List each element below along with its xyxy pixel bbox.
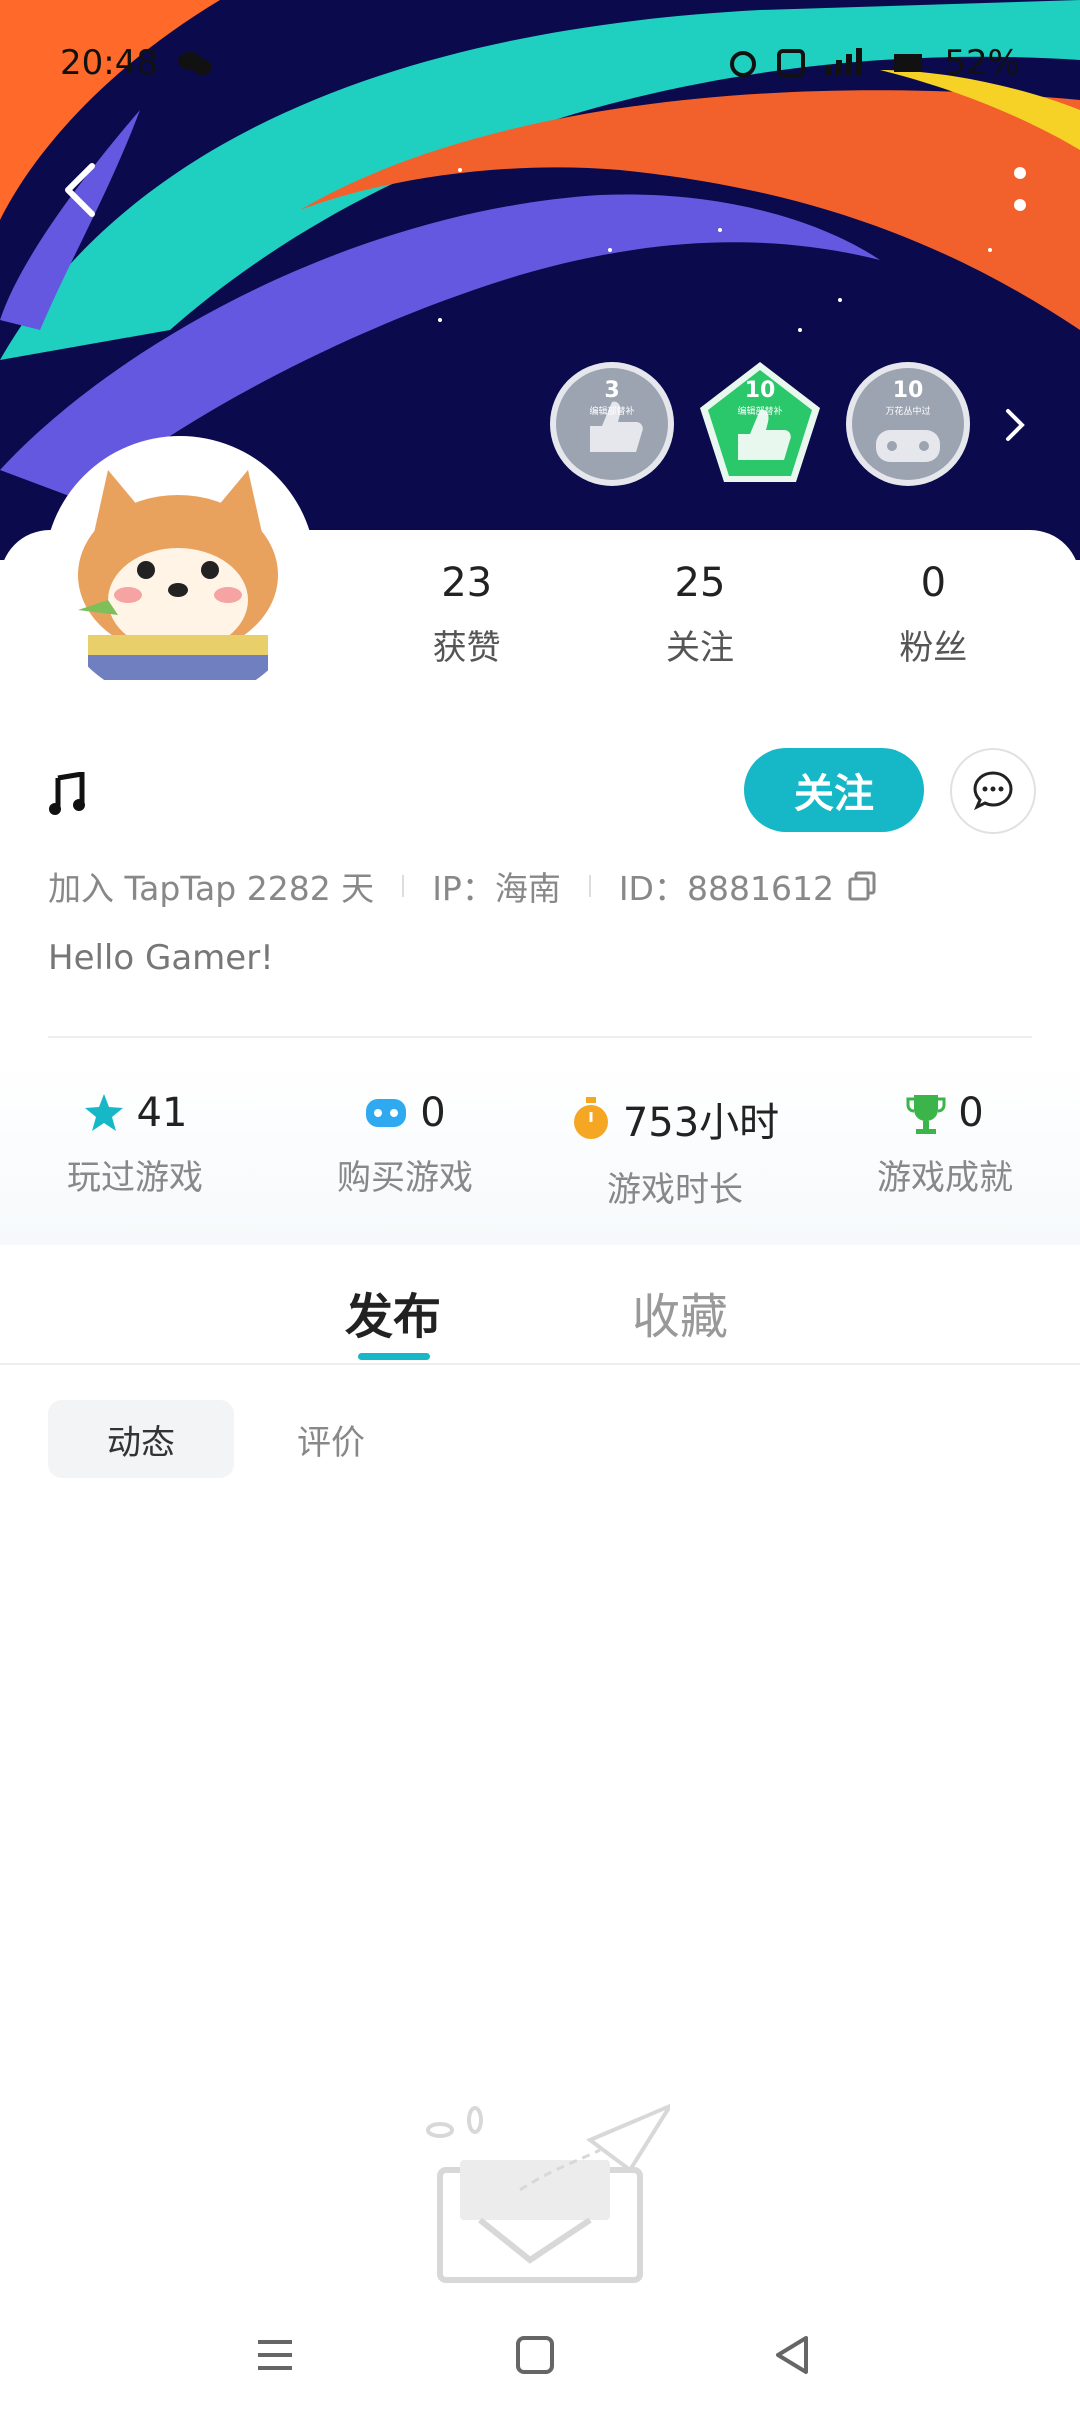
stat-value: 41 xyxy=(136,1090,188,1136)
back-nav-icon[interactable] xyxy=(768,2330,818,2380)
stat-label: 购买游戏 xyxy=(337,1158,473,1198)
gamepad-icon xyxy=(366,1099,407,1127)
badge-count: 10 xyxy=(744,378,776,403)
divider xyxy=(402,875,405,897)
game-stats: 41 玩过游戏 0 购买游戏 753小时 游戏时长 0 游戏成就 xyxy=(0,1060,1080,1245)
join-days: 加入 TapTap 2282 天 xyxy=(48,869,375,908)
user-bio: Hello Gamer! xyxy=(48,938,274,978)
profile-info-row: 加入 TapTap 2282 天 IP：海南 ID：8881612 xyxy=(48,862,876,910)
stat-label: 游戏成就 xyxy=(877,1158,1013,1198)
chat-bubble-icon xyxy=(973,771,1013,811)
stat-achievements[interactable]: 0 游戏成就 xyxy=(810,1060,1080,1245)
active-tab-indicator xyxy=(358,1353,430,1360)
battery-level: 52% xyxy=(944,43,1020,83)
stat-label: 粉丝 xyxy=(899,628,968,668)
stat-value: 23 xyxy=(441,560,493,606)
stat-followers[interactable]: 0 粉丝 xyxy=(899,560,967,669)
social-stats: 23 获赞 25 关注 0 粉丝 xyxy=(350,560,1050,669)
stat-value: 25 xyxy=(674,560,726,606)
status-bar: 20:48 52% xyxy=(60,38,1020,88)
filter-moments[interactable]: 动态 xyxy=(48,1400,234,1478)
follow-button[interactable]: 关注 xyxy=(744,748,924,832)
badge-label: 万花丛中过 xyxy=(885,407,931,417)
stat-purchased-games[interactable]: 0 购买游戏 xyxy=(270,1060,540,1245)
music-note-icon[interactable] xyxy=(48,772,86,816)
stat-likes[interactable]: 23 获赞 xyxy=(433,560,501,669)
badge-editor-substitute[interactable]: 3 编辑部替补 xyxy=(548,360,676,488)
badge-count: 10 xyxy=(892,378,924,403)
badge-count: 3 xyxy=(604,378,620,403)
signal-icon xyxy=(826,48,863,76)
system-navigation-bar xyxy=(0,2300,1080,2412)
stat-value: 753小时 xyxy=(622,1100,780,1146)
chevron-right-icon[interactable] xyxy=(1000,405,1028,445)
alarm-icon xyxy=(730,51,757,77)
stat-value: 0 xyxy=(920,560,947,606)
badge-label: 编辑部替补 xyxy=(589,407,635,417)
badge-list[interactable]: 3 编辑部替补 10 编辑部替补 10 万花丛中过 xyxy=(548,360,972,488)
star-icon xyxy=(84,1094,123,1131)
wifi-icon xyxy=(894,54,923,72)
status-time: 20:48 xyxy=(60,43,158,83)
trophy-icon xyxy=(906,1095,946,1134)
avatar[interactable] xyxy=(48,440,312,704)
stopwatch-icon xyxy=(573,1097,608,1139)
stat-value: 0 xyxy=(958,1090,984,1136)
badge-flower-collector[interactable]: 10 万花丛中过 xyxy=(844,360,972,488)
stat-label: 关注 xyxy=(665,628,734,668)
section-divider xyxy=(48,1036,1032,1038)
user-id: ID：8881612 xyxy=(618,869,834,908)
badge-label: 编辑部替补 xyxy=(737,407,783,417)
filter-reviews[interactable]: 评价 xyxy=(276,1400,386,1478)
stat-value: 0 xyxy=(420,1090,446,1136)
back-icon[interactable] xyxy=(60,160,100,220)
stat-label: 游戏时长 xyxy=(607,1170,743,1210)
stat-play-time[interactable]: 753小时 游戏时长 xyxy=(540,1060,810,1245)
menu-icon[interactable] xyxy=(250,2330,300,2380)
wechat-icon xyxy=(177,52,212,75)
tab-posts[interactable]: 发布 xyxy=(345,1277,441,1347)
tab-favorites[interactable]: 收藏 xyxy=(632,1277,728,1347)
message-button[interactable] xyxy=(950,748,1036,834)
stat-played-games[interactable]: 41 玩过游戏 xyxy=(0,1060,270,1245)
content-tabs: 发布 收藏 xyxy=(0,1245,1080,1365)
badge-editor-substitute-gold[interactable]: 10 编辑部替补 xyxy=(696,360,824,488)
nfc-icon xyxy=(777,49,806,77)
more-icon[interactable] xyxy=(1012,165,1028,215)
divider xyxy=(588,875,591,897)
ip-location: IP：海南 xyxy=(432,869,561,908)
stat-label: 玩过游戏 xyxy=(67,1158,203,1198)
stat-following[interactable]: 25 关注 xyxy=(666,560,734,669)
empty-state-illustration xyxy=(426,2103,670,2283)
stat-label: 获赞 xyxy=(432,628,501,668)
copy-icon[interactable] xyxy=(848,871,876,901)
shiba-avatar-icon xyxy=(48,440,312,704)
home-icon[interactable] xyxy=(510,2330,560,2380)
